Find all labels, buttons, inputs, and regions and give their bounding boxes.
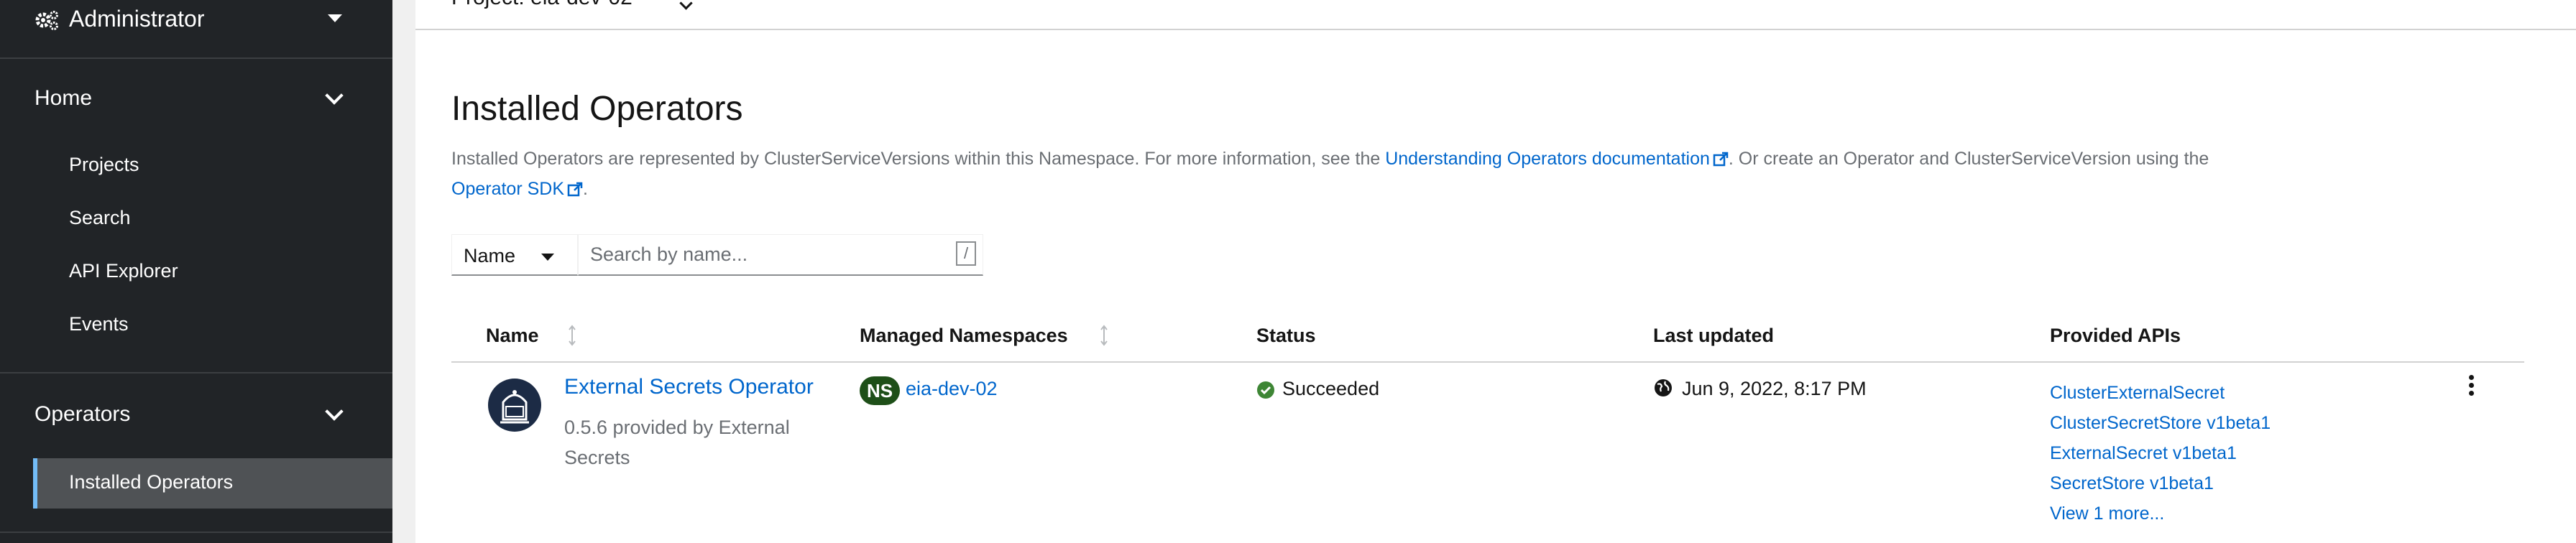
view-more-apis-link[interactable]: View 1 more...	[2050, 503, 2164, 524]
sidebar-item-label: Installed Operators	[69, 471, 234, 493]
column-header-managed-namespaces[interactable]: Managed Namespaces	[860, 325, 1068, 347]
sidebar-item-projects[interactable]: Projects	[69, 154, 139, 176]
operator-sdk-link[interactable]: Operator SDK	[451, 179, 564, 199]
external-secrets-logo-icon	[488, 379, 541, 432]
last-updated-text: Jun 9, 2022, 8:17 PM	[1682, 378, 1867, 399]
keyboard-shortcut-hint: /	[956, 241, 976, 266]
description-text: . Or create an Operator and ClusterServi…	[1728, 149, 2209, 169]
status-text: Succeeded	[1282, 378, 1380, 399]
perspective-label: Administrator	[69, 6, 205, 32]
column-header-status: Status	[1256, 325, 1316, 346]
api-link[interactable]: ClusterExternalSecret	[2050, 383, 2225, 403]
nav-section-operators[interactable]: Operators	[0, 394, 392, 437]
external-link-icon	[1713, 152, 1729, 167]
filter-toolbar: Name /	[451, 234, 983, 277]
project-label: Project: eia-dev-02	[451, 0, 632, 10]
operator-name-link[interactable]: External Secrets Operator	[564, 375, 814, 399]
operator-provider: 0.5.6 provided by External Secrets	[564, 417, 790, 468]
perspective-switcher[interactable]: Administrator	[0, 0, 392, 59]
main-content: Project: eia-dev-02 Installed Operators …	[415, 0, 2576, 543]
page-title: Installed Operators	[451, 90, 743, 129]
sidebar-scrollbar[interactable]	[392, 0, 415, 543]
project-selector[interactable]: Project: eia-dev-02	[415, 0, 2576, 30]
column-header-last-updated: Last updated	[1653, 325, 1775, 346]
sort-icon[interactable]	[568, 325, 576, 346]
page-description: Installed Operators are represented by C…	[451, 144, 2536, 204]
check-circle-icon	[1257, 381, 1274, 399]
caret-down-icon	[328, 14, 342, 22]
sidebar-item-events[interactable]: Events	[69, 313, 129, 335]
sort-icon[interactable]	[1100, 325, 1108, 346]
column-header-provided-apis: Provided APIs	[2050, 325, 2181, 346]
chevron-down-icon	[325, 402, 344, 421]
sidebar: Administrator Home Projects Search API E…	[0, 0, 392, 543]
namespace-link[interactable]: eia-dev-02	[906, 378, 998, 400]
section-divider	[0, 532, 392, 533]
api-link[interactable]: SecretStore v1beta1	[2050, 473, 2214, 493]
provided-apis-list: ClusterExternalSecret ClusterSecretStore…	[2050, 378, 2271, 529]
kebab-menu-icon[interactable]	[2464, 375, 2478, 399]
description-text: .	[583, 179, 588, 199]
section-divider	[0, 372, 392, 373]
api-link[interactable]: ExternalSecret v1beta1	[2050, 443, 2237, 463]
understanding-operators-link[interactable]: Understanding Operators documentation	[1385, 149, 1710, 169]
external-link-icon	[567, 182, 583, 197]
sidebar-item-installed-operators[interactable]: Installed Operators	[33, 458, 392, 509]
nav-section-label: Home	[34, 86, 93, 110]
nav-section-home[interactable]: Home	[0, 78, 392, 121]
gears-icon	[35, 11, 58, 30]
filter-type-dropdown[interactable]: Name	[451, 234, 578, 276]
api-link[interactable]: ClusterSecretStore v1beta1	[2050, 413, 2271, 433]
caret-down-icon	[541, 254, 554, 261]
nav-section-label: Operators	[34, 402, 131, 426]
chevron-down-icon	[325, 86, 344, 105]
filter-type-label: Name	[464, 245, 516, 266]
globe-icon	[1655, 379, 1672, 396]
caret-down-icon	[679, 0, 693, 10]
sidebar-item-api-explorer[interactable]: API Explorer	[69, 260, 178, 282]
namespace-badge: NS	[860, 376, 900, 405]
sidebar-item-search[interactable]: Search	[69, 207, 131, 229]
table-header-divider	[451, 361, 2524, 363]
column-header-name[interactable]: Name	[486, 325, 539, 347]
search-input[interactable]	[578, 234, 983, 276]
description-text: Installed Operators are represented by C…	[451, 149, 1386, 169]
